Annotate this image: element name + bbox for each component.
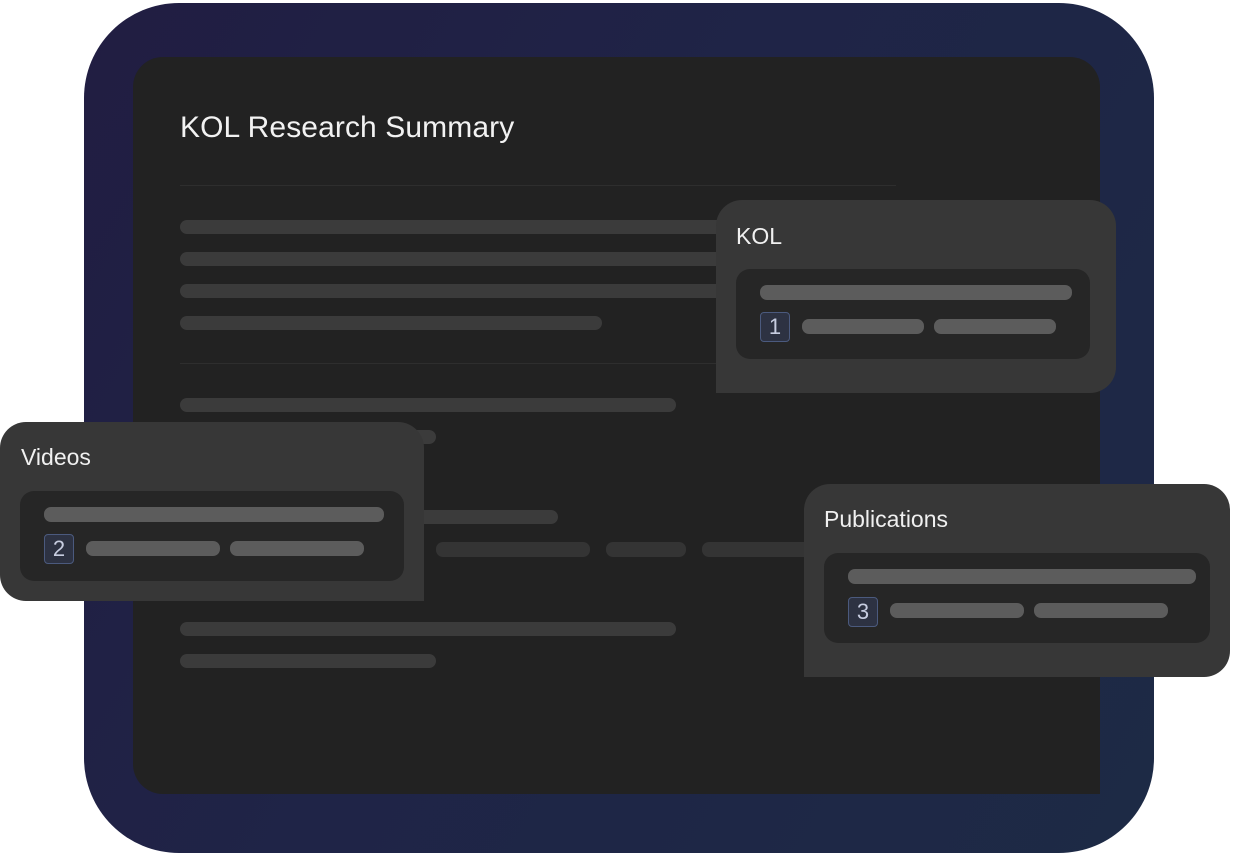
text-placeholder-line: [180, 220, 740, 234]
source-entry[interactable]: 2: [20, 491, 404, 581]
text-placeholder-line: [180, 654, 436, 668]
text-placeholder-line: [702, 542, 812, 557]
entry-meta-placeholder: [934, 319, 1056, 334]
entry-title-placeholder: [760, 285, 1072, 300]
citation-badge: 1: [760, 312, 790, 342]
page-title: KOL Research Summary: [180, 111, 515, 144]
source-entry[interactable]: 1: [736, 269, 1090, 359]
section-divider: [180, 363, 740, 364]
citation-badge: 2: [44, 534, 74, 564]
source-entry[interactable]: 3: [824, 553, 1210, 643]
text-placeholder-line: [436, 542, 590, 557]
entry-meta-placeholder: [802, 319, 924, 334]
source-card-title: Videos: [21, 444, 91, 470]
entry-title-placeholder: [44, 507, 384, 522]
text-placeholder-line: [180, 622, 676, 636]
text-placeholder-line: [180, 284, 740, 298]
source-card-videos[interactable]: Videos 2: [0, 422, 424, 601]
text-placeholder-line: [180, 316, 602, 330]
text-placeholder-line: [180, 398, 676, 412]
entry-meta-placeholder: [1034, 603, 1168, 618]
entry-meta-placeholder: [86, 541, 220, 556]
source-card-kol[interactable]: KOL 1: [716, 200, 1116, 393]
citation-badge: 3: [848, 597, 878, 627]
source-card-title: KOL: [736, 223, 783, 249]
entry-meta-placeholder: [230, 541, 364, 556]
source-card-publications[interactable]: Publications 3: [804, 484, 1230, 677]
text-placeholder-line: [180, 252, 740, 266]
title-divider: [180, 185, 896, 186]
entry-title-placeholder: [848, 569, 1196, 584]
text-placeholder-line: [606, 542, 686, 557]
source-card-title: Publications: [824, 506, 949, 532]
entry-meta-placeholder: [890, 603, 1024, 618]
